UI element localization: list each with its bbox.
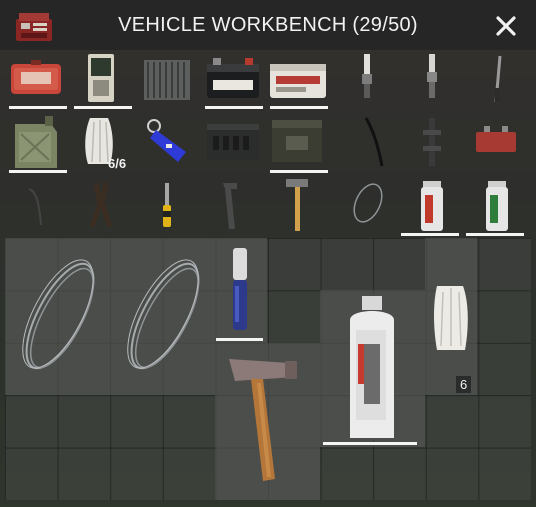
- small-battery-icon: [476, 126, 516, 152]
- storage-item-blue-marker[interactable]: [215, 238, 267, 343]
- wire-hook-icon: [28, 188, 42, 226]
- wire-cable-icon: [364, 117, 384, 167]
- inventory-slot-spray-paint-can[interactable]: [401, 175, 463, 236]
- inventory-slot-spray-paint-can-green[interactable]: [466, 175, 528, 236]
- lug-wrench-icon: [423, 118, 441, 166]
- container-header: VEHICLE WORKBENCH (29/50): [0, 0, 536, 50]
- wire-coil-icon: [22, 259, 95, 370]
- storage-item-rags[interactable]: 6: [425, 238, 477, 395]
- inventory-slot-screwdriver-thin[interactable]: [466, 50, 528, 110]
- car-battery-icon: [207, 58, 259, 98]
- inventory-slot-toolbox-case[interactable]: [266, 112, 328, 173]
- inventory-slot-car-battery[interactable]: [201, 50, 263, 110]
- inventory-slot-pipe-wrench[interactable]: [201, 175, 263, 235]
- inventory-slot-lug-wrench[interactable]: [401, 112, 463, 172]
- item-quantity: 6: [456, 376, 472, 393]
- inventory-slot-truck-battery[interactable]: [266, 50, 328, 110]
- item-underline: [9, 170, 67, 173]
- hammer-icon: [229, 359, 297, 481]
- spark-plug-icon: [362, 54, 372, 98]
- ammo-box-icon: [207, 124, 259, 160]
- storage-item-spray-paint-can[interactable]: [320, 290, 425, 447]
- inventory-slot-jerry-can[interactable]: [5, 112, 67, 173]
- screwdriver-icon: [163, 183, 171, 227]
- car-key-icon: [147, 119, 186, 162]
- spray-can-green-icon: [486, 181, 508, 231]
- truck-battery-icon: [270, 64, 326, 98]
- storage-item-hammer[interactable]: [215, 343, 320, 500]
- hammer-icon: [286, 179, 308, 231]
- wire-coil-icon: [353, 183, 383, 223]
- inventory-slot-wire-cable[interactable]: [336, 112, 398, 172]
- wire-coil-icon: [127, 259, 200, 370]
- close-icon[interactable]: [490, 10, 522, 42]
- glow-plug-icon: [427, 54, 437, 98]
- item-underline: [466, 233, 524, 236]
- inventory-slot-wire-coil[interactable]: [336, 175, 398, 235]
- spray-can-icon: [350, 296, 394, 438]
- inventory-slot-rags-bundle[interactable]: 6/6: [70, 112, 132, 172]
- first-aid-case-icon: [11, 60, 61, 94]
- item-underline: [323, 442, 417, 445]
- storage-item-metal-wire-coil[interactable]: [110, 238, 215, 395]
- item-underline: [74, 106, 132, 109]
- inventory-slot-pliers[interactable]: [70, 175, 132, 235]
- item-underline: [9, 106, 67, 109]
- item-underline: [401, 233, 459, 236]
- item-underline: [216, 338, 263, 341]
- pipe-wrench-icon: [223, 183, 237, 229]
- inventory-slot-metal-wire-hook[interactable]: [5, 175, 67, 235]
- spray-can-icon: [421, 181, 443, 231]
- car-radiator-icon: [144, 60, 190, 100]
- inventory-slot-screwdriver[interactable]: [136, 175, 198, 235]
- item-underline: [205, 106, 263, 109]
- inventory-slot-car-radiator[interactable]: [136, 50, 198, 110]
- inventory-slot-first-aid-case[interactable]: [5, 50, 67, 110]
- screwdriver-thin-icon: [494, 55, 502, 103]
- inventory-slot-sledgehammer-small[interactable]: [266, 175, 328, 235]
- jerry-can-icon: [15, 116, 57, 168]
- inventory-slot-ammo-box[interactable]: [201, 112, 263, 172]
- rags-icon: [434, 286, 468, 350]
- item-underline: [270, 170, 328, 173]
- inventory-slot-glow-plug[interactable]: [401, 50, 463, 110]
- item-quantity: 6/6: [108, 156, 127, 171]
- inventory-slot-small-battery[interactable]: [466, 112, 528, 172]
- pliers-icon: [89, 182, 113, 228]
- storage-item-metal-wire-coil[interactable]: [5, 238, 110, 395]
- marker-icon: [233, 248, 247, 330]
- container-title: VEHICLE WORKBENCH (29/50): [118, 14, 418, 36]
- toolbox-icon: [272, 120, 322, 162]
- inventory-slot-battery-charger-box[interactable]: [70, 50, 132, 110]
- battery-charger-box-icon: [88, 54, 114, 102]
- inventory-slot-spark-plug[interactable]: [336, 50, 398, 110]
- inventory-slot-car-key-fob[interactable]: [136, 112, 198, 172]
- item-underline: [270, 106, 328, 109]
